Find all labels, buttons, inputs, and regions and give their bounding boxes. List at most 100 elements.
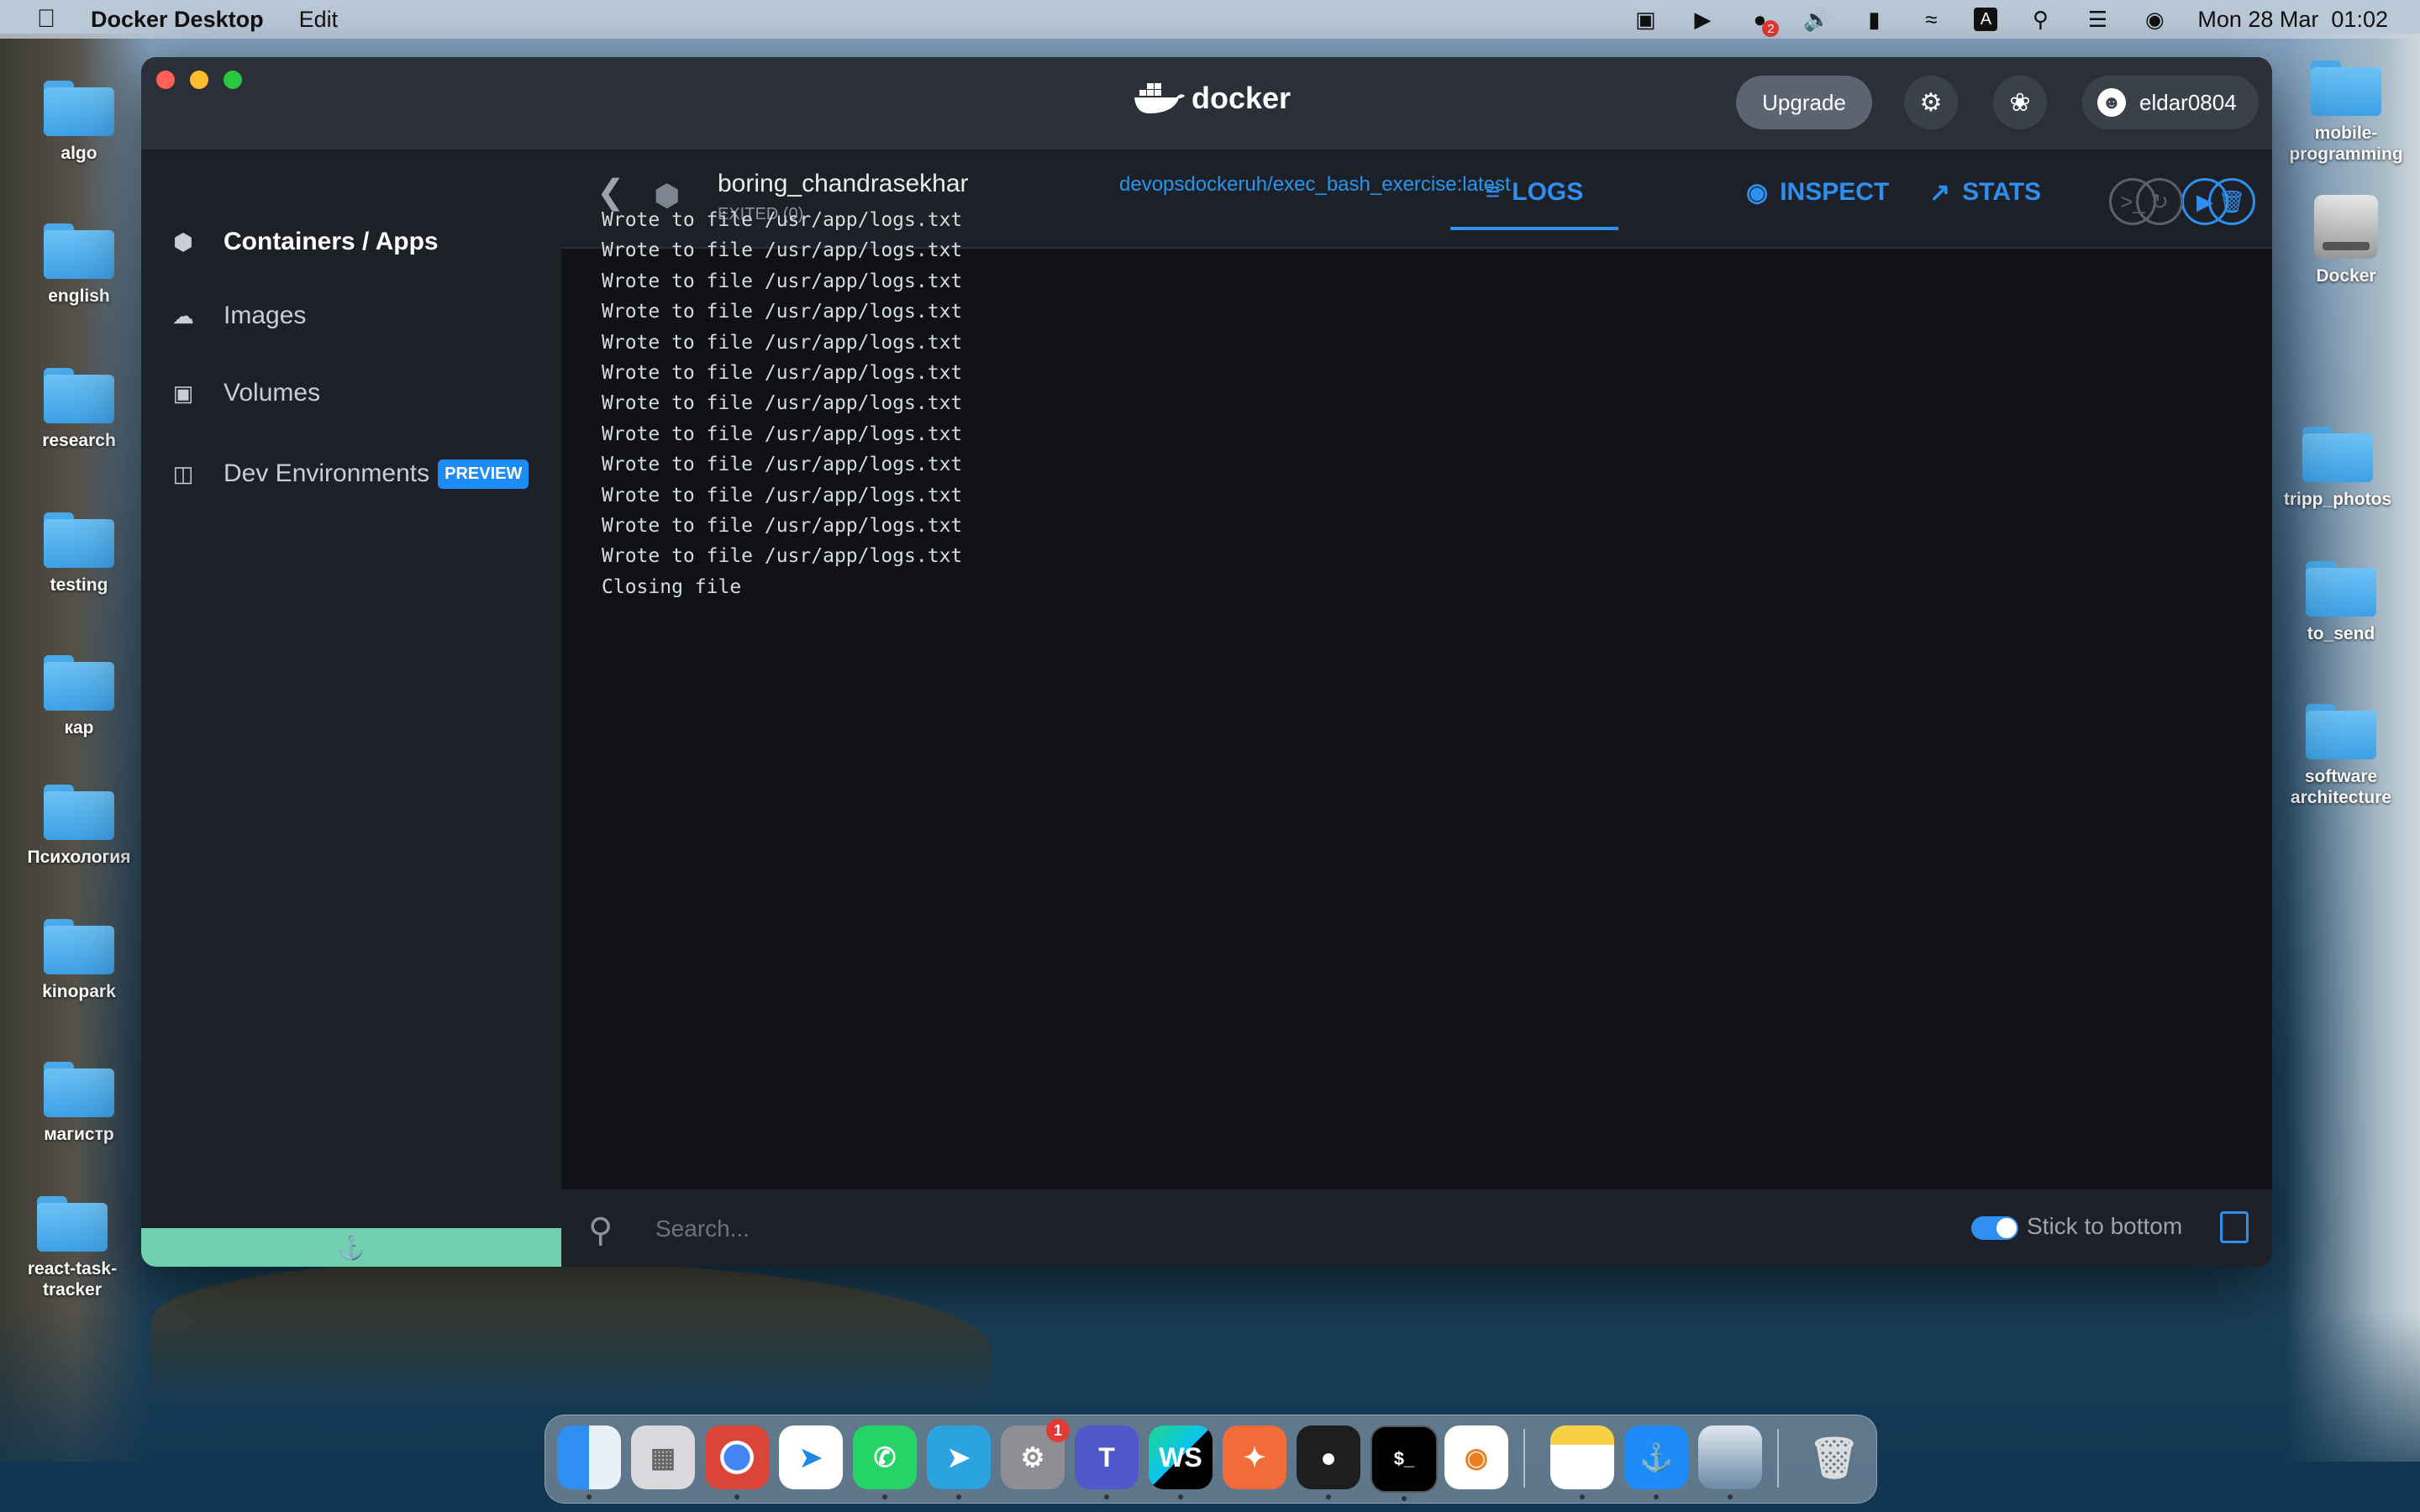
webstorm-label: WS <box>1159 1441 1202 1473</box>
launchpad-icon[interactable]: ▦ <box>631 1425 695 1489</box>
play-circle-icon[interactable]: ▶ <box>1688 7 1717 32</box>
desktop-folder[interactable]: Психология <box>12 785 146 868</box>
log-line: Wrote to file /usr/app/logs.txt <box>602 270 963 292</box>
container-detail-panel: ❮ ⬢ boring_chandrasekhar devopsdockeruh/… <box>561 150 2272 1267</box>
whatsapp-icon[interactable]: ✆ <box>853 1425 917 1499</box>
siri-icon[interactable]: ◉ <box>2140 7 2169 32</box>
desktop-folder-label: магистр <box>44 1125 114 1144</box>
notification-icon[interactable]: ● 2 <box>1745 7 1780 37</box>
desktop-drive[interactable]: Docker <box>2279 195 2413 286</box>
copy-icon[interactable] <box>2220 1211 2249 1243</box>
tab-inspect[interactable]: ◉ INSPECT <box>1746 158 1906 227</box>
desktop-folder-label: react-task-tracker <box>27 1259 118 1299</box>
docker-whale-icon[interactable]: ▣ <box>1631 7 1660 32</box>
desktop-folder[interactable]: кар <box>12 655 146 738</box>
stick-to-bottom-toggle[interactable] <box>1971 1216 2018 1240</box>
terminal-icon[interactable]: $_ <box>1370 1425 1438 1501</box>
desktop-folder-label: algo <box>60 144 97 163</box>
log-output: Wrote to file /usr/app/logs.txt Wrote to … <box>602 205 962 602</box>
restart-button[interactable]: ↻ <box>2136 178 2183 225</box>
cloud-icon: ☁ <box>172 302 194 328</box>
desktop-folder[interactable]: tripp_photos <box>2270 427 2405 510</box>
desktop-folder[interactable]: algo <box>12 81 146 164</box>
sidebar-item-containers[interactable]: ⬢ Containers / Apps <box>168 227 439 257</box>
dock-separator <box>1777 1429 1779 1488</box>
desktop-folder[interactable]: магистр <box>12 1062 146 1145</box>
desktop-folder[interactable]: mobile-programming <box>2279 60 2413 165</box>
desktop-folder[interactable]: testing <box>12 512 146 596</box>
sidebar-item-volumes[interactable]: ▣ Volumes <box>168 378 320 408</box>
trash-icon: 🗑 <box>2217 188 2246 214</box>
toggle-knob <box>1996 1218 2017 1238</box>
teams-icon[interactable]: T <box>1075 1425 1139 1499</box>
desktop-folder[interactable]: research <box>12 368 146 451</box>
terminal-label: $_ <box>1393 1448 1415 1469</box>
docker-dock-icon[interactable]: ⚓ <box>1624 1425 1688 1499</box>
wifi-icon[interactable]: ≈ <box>1917 7 1945 32</box>
close-window-button[interactable] <box>156 71 175 89</box>
control-center-icon[interactable]: ☰ <box>2083 7 2112 32</box>
folder-icon <box>2302 427 2373 482</box>
webstorm-icon[interactable]: WS <box>1149 1425 1213 1499</box>
safari-icon[interactable]: ➤ <box>779 1425 843 1489</box>
container-name: boring_chandrasekhar <box>718 170 969 197</box>
desktop-folder[interactable]: to_send <box>2274 561 2408 644</box>
volume-icon[interactable]: 🔊 <box>1802 7 1831 32</box>
search-icon: ⚲ <box>588 1212 613 1249</box>
log-line: Wrote to file /usr/app/logs.txt <box>602 301 963 323</box>
tab-label: INSPECT <box>1780 178 1890 206</box>
docker-whale-icon: ⚓ <box>336 1234 366 1261</box>
log-line: Wrote to file /usr/app/logs.txt <box>602 209 963 231</box>
finder-icon[interactable] <box>557 1425 621 1499</box>
notes-icon[interactable] <box>1550 1425 1614 1499</box>
input-source-icon[interactable]: A <box>1974 8 1998 31</box>
menu-bar-status: ▣ ▶ ● 2 🔊 ▮ ≈ A ⚲ ☰ ◉ Mon 28 Mar 01:02 <box>1631 0 2388 39</box>
preview-app-icon[interactable] <box>1698 1425 1762 1499</box>
engine-status-bar[interactable]: ⚓ <box>141 1228 561 1267</box>
battery-icon[interactable]: ▮ <box>1860 7 1888 32</box>
log-search-input[interactable] <box>654 1205 1413 1253</box>
chrome-icon[interactable] <box>705 1425 769 1499</box>
desktop-folder[interactable]: english <box>12 223 146 307</box>
trash-icon[interactable]: 🗑 <box>1802 1425 1866 1489</box>
folder-icon <box>44 223 114 279</box>
tab-logs[interactable]: ≡ LOGS <box>1450 158 1618 230</box>
folder-icon <box>44 919 114 974</box>
desktop-folder-label: software architecture <box>2290 767 2392 807</box>
telegram-icon[interactable]: ➤ <box>927 1425 991 1499</box>
system-preferences-icon[interactable]: ⚙ 1 <box>1001 1419 1070 1489</box>
desktop-folder[interactable]: react-task-tracker <box>5 1196 139 1300</box>
desktop-folder[interactable]: kinopark <box>12 919 146 1002</box>
menu-bar:  Docker Desktop Edit ▣ ▶ ●2 🔊 ▮ ≈ A ⚲ ☰… <box>0 0 2420 39</box>
desktop-folder-label: Психология <box>27 848 131 867</box>
log-line: Wrote to file /usr/app/logs.txt <box>602 392 963 415</box>
sidebar-item-images[interactable]: ☁ Images <box>168 301 306 331</box>
desktop-folder[interactable]: software architecture <box>2274 704 2408 808</box>
apple-icon[interactable]:  <box>34 5 59 33</box>
disk-icon: ▣ <box>172 380 194 406</box>
minimize-window-button[interactable] <box>190 71 208 89</box>
tab-stats[interactable]: ↗ STATS <box>1929 158 2047 227</box>
menu-edit[interactable]: Edit <box>299 7 339 33</box>
figma-icon[interactable]: ● <box>1297 1425 1360 1499</box>
settings-badge: 1 <box>1046 1419 1070 1442</box>
zoom-window-button[interactable] <box>224 71 242 89</box>
sidebar-item-dev-environments[interactable]: ◫ Dev Environments PREVIEW <box>168 459 529 489</box>
dock: ▦ ➤ ✆ ➤ ⚙ 1 T WS ✦ ● $_ ◉ ⚓ 🗑 <box>544 1415 1877 1504</box>
vpn-client-icon[interactable]: ◉ <box>1444 1425 1508 1489</box>
log-line: Wrote to file /usr/app/logs.txt <box>602 239 963 262</box>
sidebar-item-label: Volumes <box>224 379 321 407</box>
menu-clock[interactable]: Mon 28 Mar 01:02 <box>2197 7 2388 33</box>
container-icon: ⬢ <box>173 228 193 255</box>
restart-icon: ↻ <box>2150 188 2169 214</box>
spotlight-search-icon[interactable]: ⚲ <box>2026 7 2054 32</box>
delete-button[interactable]: 🗑 <box>2208 178 2255 225</box>
stick-to-bottom-label: Stick to bottom <box>2027 1213 2183 1239</box>
postman-icon[interactable]: ✦ <box>1223 1425 1286 1489</box>
menu-app-name[interactable]: Docker Desktop <box>91 7 264 33</box>
tab-label: LOGS <box>1512 178 1584 206</box>
preview-badge: PREVIEW <box>438 459 529 489</box>
sidebar-item-label: Containers / Apps <box>224 228 439 255</box>
log-line: Wrote to file /usr/app/logs.txt <box>602 361 963 384</box>
log-line: Wrote to file /usr/app/logs.txt <box>602 331 963 354</box>
